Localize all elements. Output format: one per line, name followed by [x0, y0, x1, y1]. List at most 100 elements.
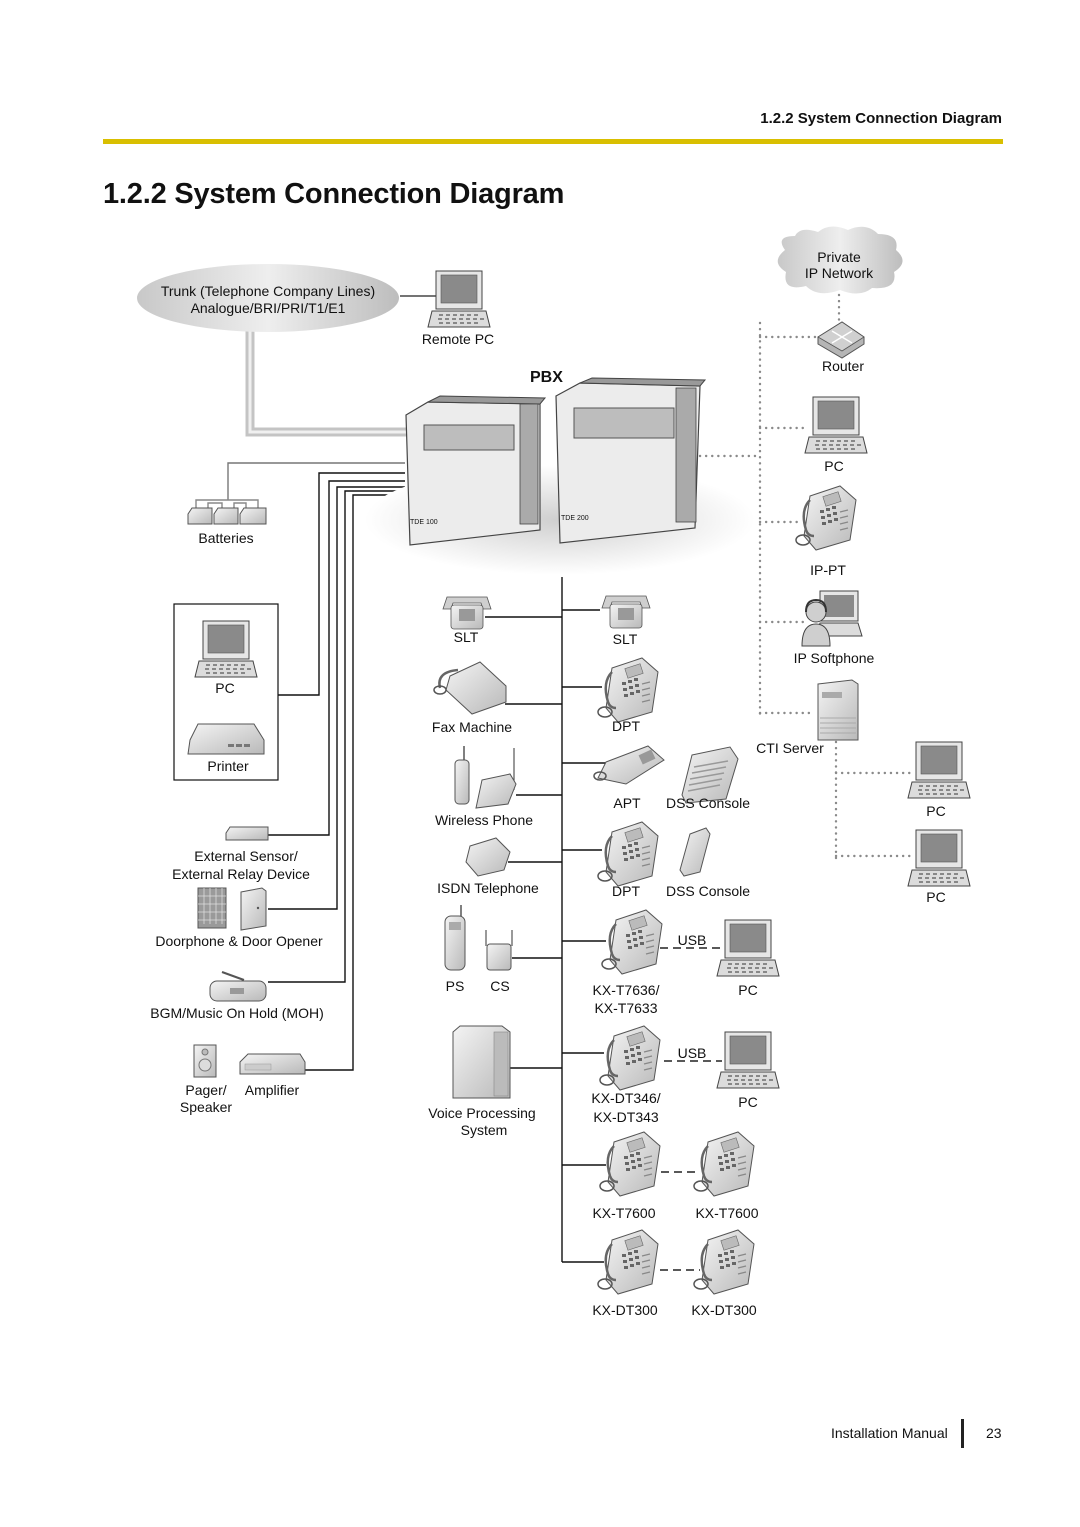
pbx-label: PBX: [530, 369, 563, 386]
pbx-unit-1: TDE 100: [405, 395, 547, 546]
remote-pc-label: Remote PC: [422, 331, 494, 347]
ip-softphone-label: IP Softphone: [794, 650, 875, 666]
isdn-label: ISDN Telephone: [437, 880, 539, 896]
doorphone-label: Doorphone & Door Opener: [155, 933, 323, 949]
ip-phone-icon: [794, 484, 858, 552]
isdn-phone-icon: [465, 837, 511, 877]
laptop-icon: [804, 396, 868, 454]
left-pc: PC: [194, 620, 258, 696]
usb-pc-1: PC: [716, 919, 780, 998]
kx-dt300-phone-icon: [692, 1228, 756, 1296]
dss-console-2: DSS Console: [666, 827, 750, 899]
dpt-phone-icon: [596, 820, 660, 888]
pbx-unit-2: TDE 200: [555, 377, 707, 544]
trunk-line: [245, 330, 408, 437]
private-ip-network-cloud: Private IP Network: [777, 226, 903, 294]
base-station-icon: [475, 773, 517, 809]
ip-pt: IP-PT: [794, 484, 858, 578]
external-sensor-label-2: External Relay Device: [172, 866, 310, 882]
kx-dt346-label-2: KX-DT343: [593, 1109, 659, 1125]
cs-label: CS: [490, 978, 509, 994]
pager-label-1: Pager/: [185, 1082, 226, 1098]
dpt-2: DPT: [596, 820, 660, 899]
usb-pc-2-label: PC: [738, 1094, 757, 1110]
kx-dt300-a: KX-DT300: [592, 1228, 660, 1318]
kx-dt346: USB KX-DT346/ KX-DT343: [591, 1024, 707, 1125]
laptop-icon: [907, 829, 971, 887]
wireless-label: Wireless Phone: [435, 812, 533, 828]
page-number: 23: [986, 1425, 1002, 1441]
cti-pc-2: PC: [907, 829, 971, 905]
laptop-icon: [716, 1031, 780, 1089]
cell-station: CS: [485, 930, 513, 994]
slt-left: SLT: [442, 596, 492, 645]
slt-right: SLT: [601, 595, 651, 647]
fax-machine: Fax Machine: [432, 661, 512, 735]
pager-label-2: Speaker: [180, 1099, 232, 1115]
kx-t7600-b-label: KX-T7600: [695, 1205, 758, 1221]
ip-pc-label: PC: [824, 458, 843, 474]
kx-t7600-phone-icon: [692, 1130, 756, 1198]
cti-pc-2-label: PC: [926, 889, 945, 905]
apt: APT: [593, 745, 665, 811]
portable-station: PS: [444, 905, 466, 994]
dss-2-label: DSS Console: [666, 883, 750, 899]
amplifier-label: Amplifier: [245, 1082, 300, 1098]
usb-pc-2: PC: [716, 1031, 780, 1110]
bgm-player: BGM/Music On Hold (MOH): [150, 971, 324, 1021]
kx-t7636-label-2: KX-T7633: [594, 1000, 657, 1016]
printer-label: Printer: [207, 758, 249, 774]
ip-pc: PC: [804, 396, 868, 474]
person-icon: [805, 601, 827, 623]
private-label: Private: [817, 249, 861, 265]
kx-t7636: USB KX-T7636/ KX-T7633: [593, 908, 707, 1016]
cti-pc-1: PC: [907, 741, 971, 819]
batteries-label: Batteries: [198, 530, 253, 546]
kx-dt300-b-label: KX-DT300: [691, 1302, 757, 1318]
dpt-phone-icon: [596, 656, 660, 724]
slt-left-label: SLT: [454, 629, 479, 645]
laptop-icon: [907, 741, 971, 799]
kx-t7636-label-1: KX-T7636/: [593, 982, 660, 998]
dss-console-1: DSS Console: [666, 746, 750, 811]
usb-2-label: USB: [678, 1045, 707, 1061]
footer-divider: [961, 1419, 964, 1448]
external-sensor-label-1: External Sensor/: [194, 848, 298, 864]
usb-1-label: USB: [678, 932, 707, 948]
dss-console-icon: [679, 827, 711, 877]
slt-icon: [601, 595, 651, 629]
cs-icon: [486, 943, 512, 971]
wireless-phone: Wireless Phone: [435, 746, 533, 828]
pager-speaker: Pager/ Speaker: [180, 1044, 232, 1115]
kx-dt346-phone-icon: [598, 1024, 662, 1092]
laptop-icon: [716, 919, 780, 977]
amplifier: Amplifier: [239, 1053, 306, 1098]
apt-phone-icon: [597, 745, 665, 785]
voice-processing-system: Voice Processing System: [428, 1025, 536, 1138]
trunk-label-1: Trunk (Telephone Company Lines): [161, 283, 375, 299]
batteries: Batteries: [187, 499, 267, 546]
kx-dt300-b: KX-DT300: [691, 1228, 757, 1318]
cordless-handset-icon: [454, 759, 470, 805]
trunk-label-2: Analogue/BRI/PRI/T1/E1: [191, 300, 346, 316]
kx-dt346-label-1: KX-DT346/: [591, 1090, 660, 1106]
kx-t7636-phone-icon: [600, 908, 664, 976]
door-opener-icon: [240, 887, 267, 931]
cti-server-label: CTI Server: [756, 740, 824, 756]
dpt-2-label: DPT: [612, 883, 640, 899]
trunk-cloud: Trunk (Telephone Company Lines) Analogue…: [137, 264, 399, 332]
laptop-icon: [427, 270, 491, 328]
dss-1-label: DSS Console: [666, 795, 750, 811]
apt-label: APT: [613, 795, 641, 811]
router: Router: [817, 321, 865, 374]
bgm-label: BGM/Music On Hold (MOH): [150, 1005, 323, 1021]
printer: Printer: [187, 723, 265, 774]
pbx-unit-2-model: TDE 200: [561, 515, 589, 522]
kx-t7600-b: KX-T7600: [692, 1130, 759, 1221]
fax-label: Fax Machine: [432, 719, 512, 735]
slt-right-label: SLT: [613, 631, 638, 647]
isdn-telephone: ISDN Telephone: [437, 837, 539, 896]
ip-softphone: IP Softphone: [794, 590, 875, 666]
kx-dt300-phone-icon: [596, 1228, 660, 1296]
router-label: Router: [822, 358, 864, 374]
